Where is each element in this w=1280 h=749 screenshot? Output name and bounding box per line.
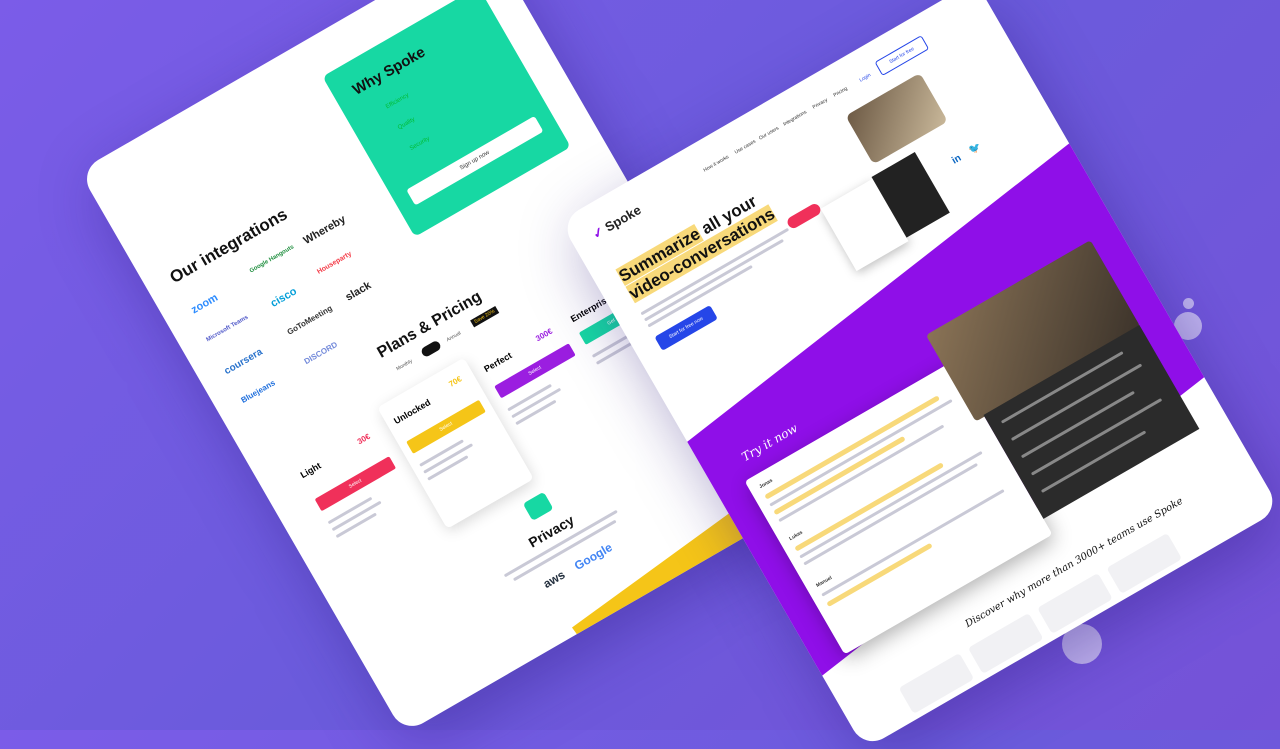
doc-section-jonas: Jonas xyxy=(758,477,774,491)
nav-login[interactable]: Login xyxy=(858,72,872,83)
select-label: Select xyxy=(347,477,363,490)
nav-privacy[interactable]: Privacy xyxy=(812,97,829,110)
plan-name: Perfect xyxy=(482,350,514,375)
sign-up-button[interactable]: Sign up now xyxy=(406,115,544,206)
teams-logo: Microsoft Teams xyxy=(205,314,250,344)
why-spoke-panel: Why Spoke Efficiency Quality Security Si… xyxy=(322,0,571,237)
plan-price: 70€ xyxy=(447,374,464,389)
why-item-efficiency: Efficiency xyxy=(385,92,411,111)
bubble-decoration xyxy=(1183,298,1194,309)
bluejeans-logo: Bluejeans xyxy=(239,378,277,405)
speaker-photo xyxy=(845,72,948,165)
hero-cta-label: Start for free now xyxy=(668,315,705,341)
billing-toggle[interactable] xyxy=(419,339,443,359)
nav-how-it-works[interactable]: How it works xyxy=(703,154,731,173)
google-logo: Google xyxy=(571,540,615,573)
nav-our-users[interactable]: Our users xyxy=(758,125,780,141)
aws-logo: aws xyxy=(540,567,568,591)
linkedin-icon: in xyxy=(950,152,964,167)
zoom-logo: zoom xyxy=(189,291,221,317)
integrations-title: Our integrations xyxy=(166,204,291,288)
nav-use-cases[interactable]: Use cases xyxy=(734,139,757,156)
houseparty-logo: Houseparty xyxy=(316,250,353,276)
hero-headline: Summarize all your video-conversations xyxy=(615,187,779,304)
why-spoke-title: Why Spoke xyxy=(349,43,429,99)
pink-blob xyxy=(785,201,823,231)
plan-price: 300€ xyxy=(534,326,555,344)
brand-name: Spoke xyxy=(602,202,644,235)
plan-price: 30€ xyxy=(355,431,372,447)
coursera-logo: coursera xyxy=(222,346,265,378)
cisco-logo: cisco xyxy=(268,285,299,310)
sign-up-label: Sign up now xyxy=(459,149,491,172)
hero-cta-button[interactable]: Start for free now xyxy=(654,305,718,351)
gotomeeting-logo: GoToMeeting xyxy=(285,303,334,337)
plan-light-select[interactable]: Select xyxy=(314,456,397,512)
landing-page-mockup: ✓ Spoke How it works Use cases Our users… xyxy=(559,0,1280,749)
plan-name: Unlocked xyxy=(392,397,433,427)
nav-start-button[interactable]: Start for free xyxy=(874,35,930,77)
why-item-quality: Quality xyxy=(397,116,417,132)
spoke-logo: ✓ Spoke xyxy=(590,202,644,243)
hangouts-logo: Google Hangouts xyxy=(248,244,296,275)
select-label: Select xyxy=(438,420,454,433)
doc-section-manuel: Manuel xyxy=(815,575,834,589)
plan-name: Light xyxy=(298,460,323,481)
discord-logo: DISCORD xyxy=(302,339,340,367)
doc-section-lukas: Lukas xyxy=(788,529,804,543)
nav-pricing[interactable]: Pricing xyxy=(832,86,848,99)
testimonial-card xyxy=(898,652,975,714)
why-item-security: Security xyxy=(409,135,431,152)
select-label: Select xyxy=(527,364,543,377)
nav-start-label: Start for free xyxy=(888,46,916,66)
whereby-logo: Whereby xyxy=(301,213,348,247)
toggle-monthly: Monthly xyxy=(395,358,414,373)
toggle-annual: Annual xyxy=(445,330,463,344)
twitter-icon: 🐦 xyxy=(967,140,984,157)
nav-integrations[interactable]: Integrations xyxy=(782,109,808,127)
lock-icon xyxy=(522,491,554,522)
slack-logo: slack xyxy=(343,279,374,304)
